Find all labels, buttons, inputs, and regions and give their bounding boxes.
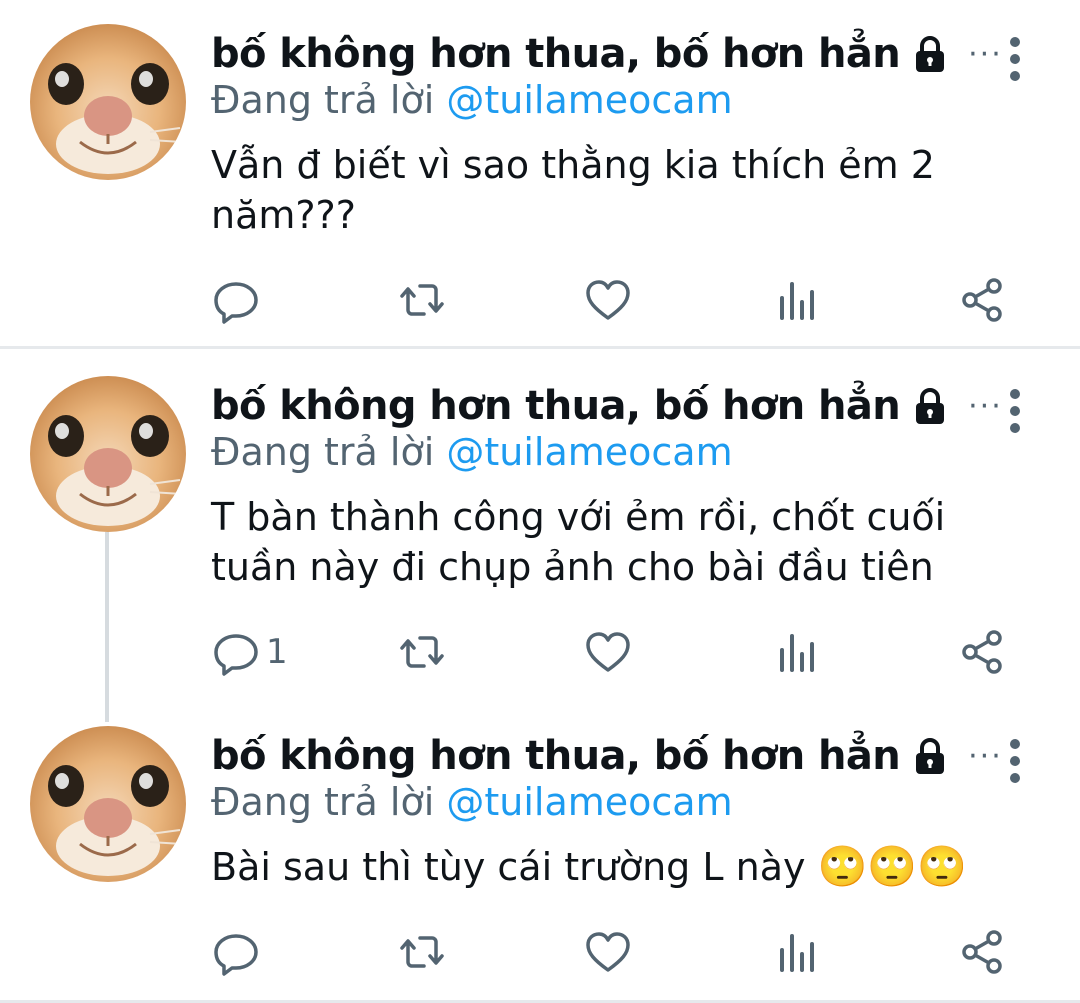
reply-handle-link[interactable]: @tuilameocam [446,780,732,824]
tweet-text: T bàn thành công với ẻm rồi, chốt cuối t… [211,492,971,592]
tweet-actions: 1 [0,622,1080,682]
tweet-text: Bài sau thì tùy cái trường L này 🙄🙄🙄 [211,842,1031,892]
like-button[interactable] [584,622,632,682]
tweet-header: bố không hơn thua, bố hơn hẳn ··· [211,726,1003,786]
retweet-icon [400,636,444,668]
lock-icon [916,388,945,424]
tweet-text-content: Vẫn đ biết vì sao thằng kia thích ẻm 2 n… [211,143,935,237]
retweet-button[interactable] [398,270,446,330]
reply-handle-link[interactable]: @tuilameocam [446,430,732,474]
reply-icon [214,934,258,976]
tweet-actions [0,922,1080,982]
tweet[interactable]: bố không hơn thua, bố hơn hẳn ··· Đang t… [0,376,1080,706]
display-name[interactable]: bố không hơn thua, bố hơn hẳn [211,383,901,429]
share-button[interactable] [958,270,1006,330]
heart-icon [586,932,630,972]
reply-count: 1 [266,632,288,672]
retweet-icon [400,936,444,968]
avatar[interactable] [30,726,186,882]
share-button[interactable] [958,622,1006,682]
tweet-text: Vẫn đ biết vì sao thằng kia thích ẻm 2 n… [211,140,1031,240]
reply-context: Đang trả lời @tuilameocam [211,780,733,824]
reply-label: Đang trả lời [211,430,435,474]
retweet-icon [400,284,444,316]
reply-label: Đang trả lời [211,78,435,122]
reply-icon [214,282,258,324]
views-icon [780,634,814,672]
more-horizontal-icon: ··· [968,36,1003,72]
reply-button[interactable] [212,270,266,330]
more-vertical-icon[interactable] [1000,738,1030,784]
views-button[interactable] [772,922,820,982]
reply-label: Đang trả lời [211,780,435,824]
like-button[interactable] [584,270,632,330]
like-button[interactable] [584,922,632,982]
emoji-eye-roll: 🙄🙄🙄 [817,844,967,890]
reply-context: Đang trả lời @tuilameocam [211,78,733,122]
views-icon [780,934,814,972]
retweet-button[interactable] [398,622,446,682]
tweet-header: bố không hơn thua, bố hơn hẳn ··· [211,376,1003,436]
reply-icon [214,634,258,676]
tweet-actions [0,270,1080,330]
more-vertical-icon[interactable] [1000,36,1030,82]
more-vertical-icon[interactable] [1000,388,1030,434]
more-horizontal-icon: ··· [968,738,1003,774]
more-horizontal-icon: ··· [968,388,1003,424]
tweet-text-content: Bài sau thì tùy cái trường L này [211,845,806,889]
avatar[interactable] [30,376,186,532]
lock-icon [916,36,945,72]
views-button[interactable] [772,270,820,330]
share-button[interactable] [958,922,1006,982]
views-button[interactable] [772,622,820,682]
share-icon [962,930,1002,974]
views-icon [780,282,814,320]
tweet-text-content: T bàn thành công với ẻm rồi, chốt cuối t… [211,495,946,589]
avatar[interactable] [30,24,186,180]
separator [0,346,1080,349]
tweet[interactable]: bố không hơn thua, bố hơn hẳn ··· Đang t… [0,726,1080,996]
display-name[interactable]: bố không hơn thua, bố hơn hẳn [211,31,901,77]
reply-button[interactable]: 1 [212,622,288,682]
heart-icon [586,632,630,672]
tweet-header: bố không hơn thua, bố hơn hẳn ··· [211,24,1003,84]
reply-handle-link[interactable]: @tuilameocam [446,78,732,122]
reply-context: Đang trả lời @tuilameocam [211,430,733,474]
share-icon [962,278,1002,322]
retweet-button[interactable] [398,922,446,982]
heart-icon [586,280,630,320]
lock-icon [916,738,945,774]
display-name[interactable]: bố không hơn thua, bố hơn hẳn [211,733,901,779]
tweet[interactable]: bố không hơn thua, bố hơn hẳn ··· Đang t… [0,24,1080,344]
reply-button[interactable] [212,922,266,982]
share-icon [962,630,1002,674]
